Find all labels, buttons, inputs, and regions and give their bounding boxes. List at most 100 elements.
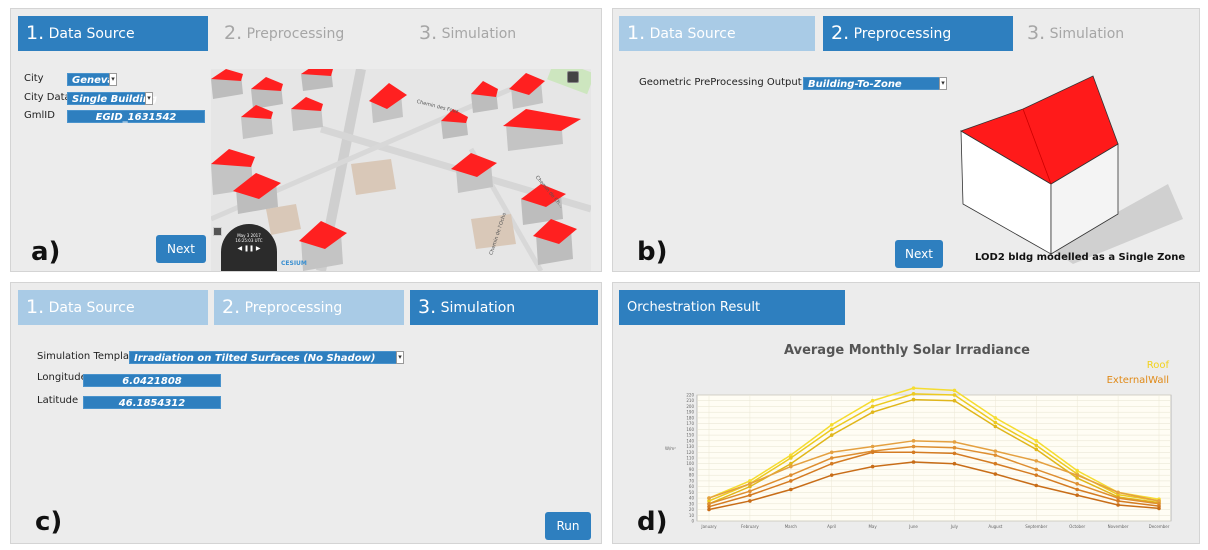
data-point — [829, 427, 834, 432]
city-data-label: City Data — [24, 92, 71, 103]
data-point — [870, 450, 875, 455]
tab-number: 3. — [1027, 22, 1046, 44]
x-tick-label: August — [988, 524, 1002, 529]
y-tick-label: 180 — [686, 415, 694, 420]
data-point — [870, 410, 875, 414]
y-tick-label: 30 — [689, 501, 695, 506]
tab-number: 1. — [627, 22, 646, 44]
gmlid-label: GmlID — [24, 110, 55, 121]
tab-data-source[interactable]: 1. Data Source — [619, 16, 815, 51]
template-label: Simulation Template — [37, 351, 140, 362]
data-point — [952, 398, 957, 403]
data-point — [911, 444, 916, 449]
tab-number: 2. — [222, 296, 241, 318]
y-tick-label: 0 — [691, 519, 694, 524]
x-tick-label: March — [785, 524, 798, 529]
tab-data-source[interactable]: 1. Data Source — [18, 16, 208, 51]
tab-label: Data Source — [649, 26, 736, 42]
playback-controls[interactable]: ◀ ❚❚ ▶ — [221, 245, 277, 252]
city-3d-map[interactable]: Chemin des Fouz Chemin de l'Oche Chemin … — [211, 69, 591, 271]
x-tick-label: January — [700, 524, 717, 529]
data-point — [993, 453, 998, 457]
y-tick-label: 60 — [689, 484, 695, 489]
tab-number: 2. — [224, 22, 243, 44]
data-point — [952, 445, 957, 450]
tab-simulation[interactable]: 3. Simulation — [411, 16, 591, 51]
data-point — [993, 424, 998, 429]
city-select[interactable]: Geneva ▾ — [67, 73, 117, 86]
data-point — [993, 416, 998, 420]
data-point — [1034, 439, 1039, 443]
y-tick-label: 20 — [689, 507, 695, 512]
tab-preprocessing[interactable]: 2. Preprocessing — [214, 290, 404, 325]
data-point — [748, 499, 752, 503]
tab-simulation[interactable]: 3. Simulation — [1019, 16, 1194, 51]
y-tick-label: 160 — [686, 427, 694, 432]
x-tick-label: October — [1069, 524, 1085, 529]
x-tick-label: December — [1149, 524, 1170, 529]
data-point — [993, 420, 998, 425]
data-point — [829, 461, 834, 466]
next-button[interactable]: Next — [895, 240, 943, 268]
x-tick-label: June — [908, 524, 918, 529]
data-point — [911, 450, 916, 455]
tab-data-source[interactable]: 1. Data Source — [18, 290, 208, 325]
y-tick-label: 50 — [689, 490, 695, 495]
data-point — [993, 461, 998, 466]
data-point — [1034, 473, 1039, 477]
panel-letter: d) — [637, 507, 668, 537]
data-point — [993, 472, 998, 476]
tab-preprocessing[interactable]: 2. Preprocessing — [823, 16, 1013, 51]
tab-label: Preprocessing — [853, 26, 952, 42]
x-tick-label: May — [868, 524, 877, 529]
output-select[interactable]: Building-To-Zone ▾ — [803, 77, 947, 90]
building-3d-model — [960, 75, 1183, 264]
data-point — [829, 433, 834, 437]
tab-preprocessing[interactable]: 2. Preprocessing — [216, 16, 396, 51]
time-widget[interactable]: May 3 2017 16:25:03 UTC ◀ ❚❚ ▶ — [221, 224, 277, 271]
panel-orchestration-result: Orchestration Result Average Monthly Sol… — [612, 282, 1200, 544]
y-tick-label: 80 — [689, 473, 695, 478]
model-caption: LOD2 bldg modelled as a Single Zone — [975, 252, 1186, 263]
data-point — [1034, 483, 1039, 488]
longitude-label: Longitude — [37, 372, 87, 383]
template-select[interactable]: Irradiation on Tilted Surfaces (No Shado… — [129, 351, 404, 364]
tab-number: 3. — [419, 22, 438, 44]
y-tick-label: 210 — [686, 398, 694, 403]
data-point — [952, 451, 957, 456]
gmlid-field[interactable]: EGID_1631542 — [67, 110, 205, 123]
city-label: City — [24, 73, 44, 84]
data-point — [1034, 459, 1039, 463]
settings-icon[interactable] — [213, 227, 222, 236]
data-point — [870, 464, 875, 469]
data-point — [1075, 487, 1079, 492]
tab-simulation[interactable]: 3. Simulation — [410, 290, 598, 325]
y-tick-label: 110 — [686, 456, 694, 461]
panel-letter: a) — [31, 237, 61, 267]
data-point — [1075, 481, 1079, 486]
data-point — [1116, 503, 1120, 507]
data-point — [789, 479, 793, 483]
clock-time: 16:25:03 UTC — [235, 238, 263, 243]
data-point — [911, 460, 916, 464]
data-point — [829, 422, 834, 427]
y-axis-label: W/m² — [665, 446, 676, 451]
tab-label: Simulation — [441, 26, 517, 42]
x-tick-label: September — [1025, 524, 1047, 529]
output-value: Building-To-Zone — [808, 79, 902, 90]
run-button[interactable]: Run — [545, 512, 591, 540]
panel-data-source: 1. Data Source 2. Preprocessing 3. Simul… — [10, 8, 602, 272]
solar-irradiance-chart: 0102030405060708090100110120130140150160… — [665, 386, 1172, 529]
layers-icon[interactable] — [567, 71, 579, 83]
data-point — [952, 388, 957, 393]
y-tick-label: 120 — [686, 450, 694, 455]
latitude-field[interactable]: 46.1854312 — [83, 396, 221, 409]
city-data-select[interactable]: Single Building ▾ — [67, 92, 157, 105]
data-point — [1034, 467, 1039, 472]
next-button[interactable]: Next — [156, 235, 206, 263]
data-point — [748, 493, 752, 498]
data-point — [1116, 499, 1120, 503]
data-point — [911, 392, 916, 396]
x-tick-label: November — [1108, 524, 1129, 529]
longitude-field[interactable]: 6.0421808 — [83, 374, 221, 387]
